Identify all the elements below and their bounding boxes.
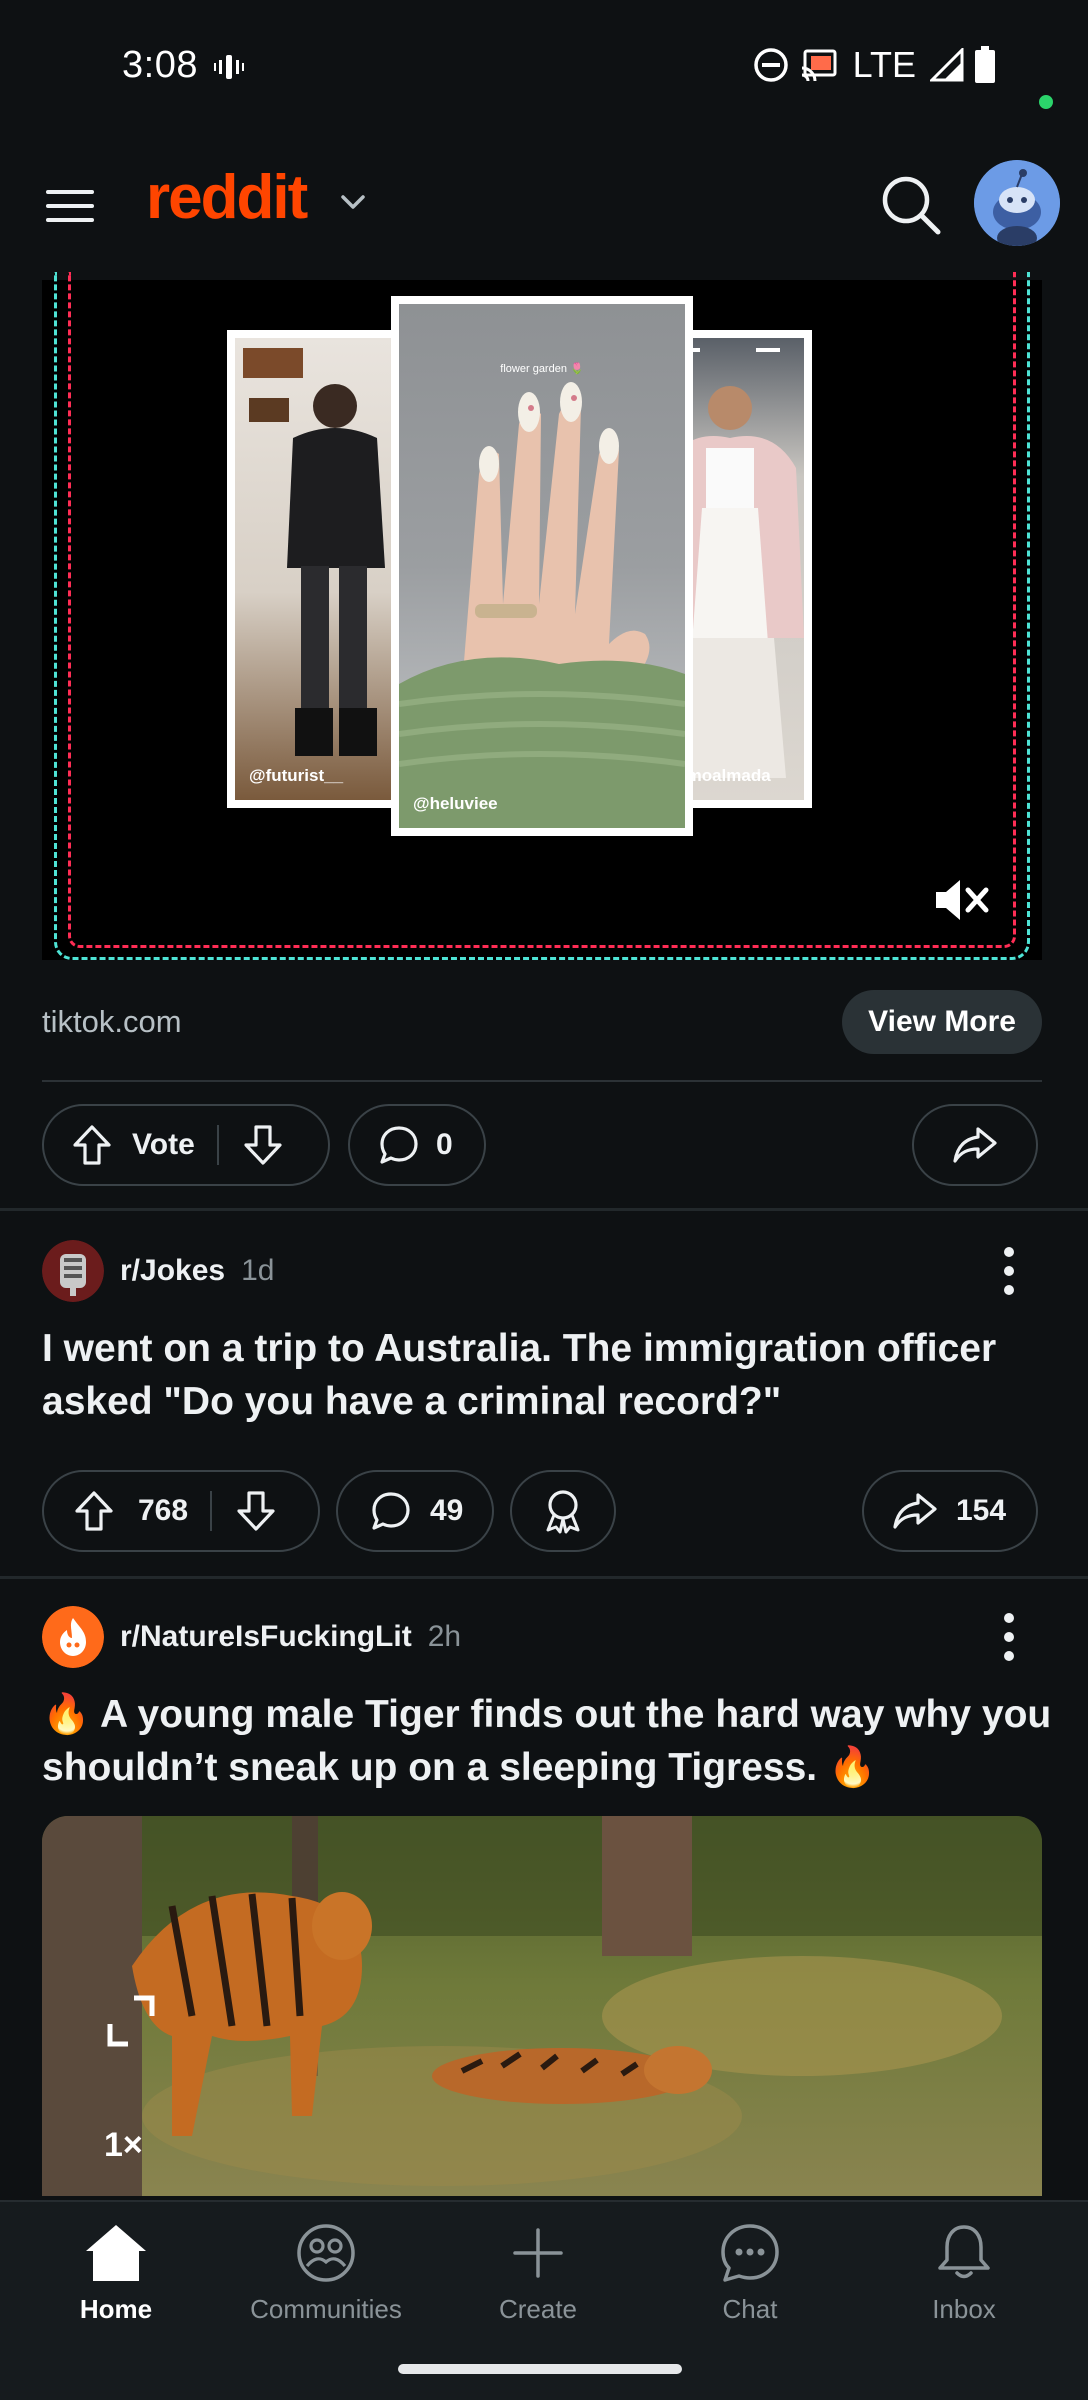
plus-icon xyxy=(513,2228,563,2278)
status-time: 3:08 xyxy=(122,44,198,86)
comments-button[interactable]: 0 xyxy=(348,1104,486,1186)
snoo-avatar-icon xyxy=(974,160,1060,246)
nav-inbox[interactable]: Inbox xyxy=(874,2222,1054,2325)
share-icon xyxy=(953,1127,997,1163)
ad-card-left: @futurist__ xyxy=(227,330,403,808)
vote-label: Vote xyxy=(132,1128,195,1161)
nav-chat[interactable]: Chat xyxy=(660,2222,840,2325)
subreddit-name[interactable]: r/Jokes xyxy=(120,1254,225,1288)
playback-speed[interactable]: 1× xyxy=(104,2126,143,2165)
nav-create[interactable]: Create xyxy=(448,2222,628,2325)
post-header: r/NatureIsFuckingLit 2h xyxy=(42,1606,461,1668)
video-player[interactable]: 1× xyxy=(42,1816,1042,2196)
fire-community-icon xyxy=(42,1606,104,1668)
reddit-home-feed: 3:08 LTE reddit @futurist__ @moalmada fl… xyxy=(0,0,1088,2400)
reddit-logo[interactable]: reddit xyxy=(146,162,308,233)
nav-inbox-label: Inbox xyxy=(932,2294,996,2324)
manicure-photo xyxy=(399,382,685,828)
post-header: r/Jokes 1d xyxy=(42,1240,274,1302)
avatar[interactable] xyxy=(974,160,1060,246)
more-options-icon[interactable] xyxy=(994,1244,1024,1298)
post-title[interactable]: I went on a trip to Australia. The immig… xyxy=(42,1322,1052,1428)
view-more-button[interactable]: View More xyxy=(842,990,1042,1054)
post-divider xyxy=(0,1208,1088,1211)
nav-communities-label: Communities xyxy=(250,2294,402,2324)
post-age: 1d xyxy=(241,1254,275,1287)
subreddit-icon[interactable] xyxy=(42,1240,104,1302)
nav-chat-label: Chat xyxy=(722,2294,778,2324)
menu-icon[interactable] xyxy=(42,178,98,234)
ad-card-center: flower garden 🌷 @heluviee xyxy=(391,296,693,836)
share-button[interactable] xyxy=(912,1104,1038,1186)
award-icon xyxy=(546,1490,580,1534)
ad-media[interactable]: @futurist__ @moalmada flower garden 🌷 @h… xyxy=(42,272,1042,960)
home-indicator[interactable] xyxy=(398,2364,682,2374)
downvote-icon[interactable] xyxy=(243,1124,283,1166)
more-options-icon[interactable] xyxy=(994,1610,1024,1664)
do-not-disturb-icon xyxy=(753,48,788,82)
vote-separator xyxy=(210,1491,213,1531)
home-icon xyxy=(86,2225,146,2281)
search-icon[interactable] xyxy=(878,172,944,238)
chat-icon xyxy=(721,2224,779,2282)
ad-domain-link[interactable]: tiktok.com xyxy=(42,1004,182,1040)
person-photo xyxy=(243,348,385,756)
volume-muted-icon[interactable] xyxy=(934,878,990,922)
ad-footer: tiktok.com View More xyxy=(42,990,1042,1056)
nav-home-label: Home xyxy=(79,2294,153,2324)
online-status-dot xyxy=(1036,92,1056,112)
ad-card-caption: flower garden 🌷 xyxy=(500,363,584,375)
vibrate-icon xyxy=(214,55,244,79)
upvote-count: 768 xyxy=(138,1494,189,1527)
upvote-icon[interactable] xyxy=(74,1490,114,1532)
subreddit-name[interactable]: r/NatureIsFuckingLit xyxy=(120,1620,412,1654)
post-divider xyxy=(0,1576,1088,1579)
vote-separator xyxy=(216,1125,219,1165)
subreddit-icon[interactable] xyxy=(42,1606,104,1668)
upvote-icon[interactable] xyxy=(72,1124,112,1166)
ad-card-handle: @heluviee xyxy=(413,794,498,813)
nav-create-label: Create xyxy=(498,2294,578,2324)
chevron-down-icon[interactable] xyxy=(338,190,368,214)
share-count: 154 xyxy=(956,1494,1007,1527)
network-type: LTE xyxy=(852,44,916,85)
comment-icon xyxy=(380,1126,418,1164)
bell-icon xyxy=(938,2225,990,2279)
vote-control: 768 xyxy=(42,1470,320,1552)
award-button[interactable] xyxy=(510,1470,616,1552)
tiger-video-frame xyxy=(42,1816,1042,2196)
comment-icon xyxy=(372,1492,410,1530)
signal-icon xyxy=(930,48,964,82)
vote-control: Vote xyxy=(42,1104,330,1186)
divider xyxy=(42,1080,1042,1082)
downvote-icon[interactable] xyxy=(236,1490,276,1532)
status-bar: 3:08 LTE xyxy=(0,0,1088,132)
status-icons: LTE xyxy=(753,44,996,86)
cast-icon xyxy=(801,49,837,82)
comment-count: 49 xyxy=(430,1494,464,1527)
app-header: reddit xyxy=(0,132,1088,280)
share-button[interactable]: 154 xyxy=(862,1470,1038,1552)
post-title[interactable]: 🔥 A young male Tiger finds out the hard … xyxy=(42,1688,1052,1794)
post-age: 2h xyxy=(427,1620,462,1653)
share-icon xyxy=(893,1493,937,1529)
comment-count: 0 xyxy=(436,1128,453,1161)
fullscreen-icon[interactable] xyxy=(106,1994,156,2048)
communities-icon xyxy=(297,2224,355,2282)
battery-icon xyxy=(975,46,995,83)
comments-button[interactable]: 49 xyxy=(336,1470,494,1552)
nav-home[interactable]: Home xyxy=(26,2222,206,2325)
ad-card-handle: @futurist__ xyxy=(249,766,344,785)
jokes-community-icon xyxy=(42,1240,104,1302)
nav-communities[interactable]: Communities xyxy=(236,2222,416,2325)
